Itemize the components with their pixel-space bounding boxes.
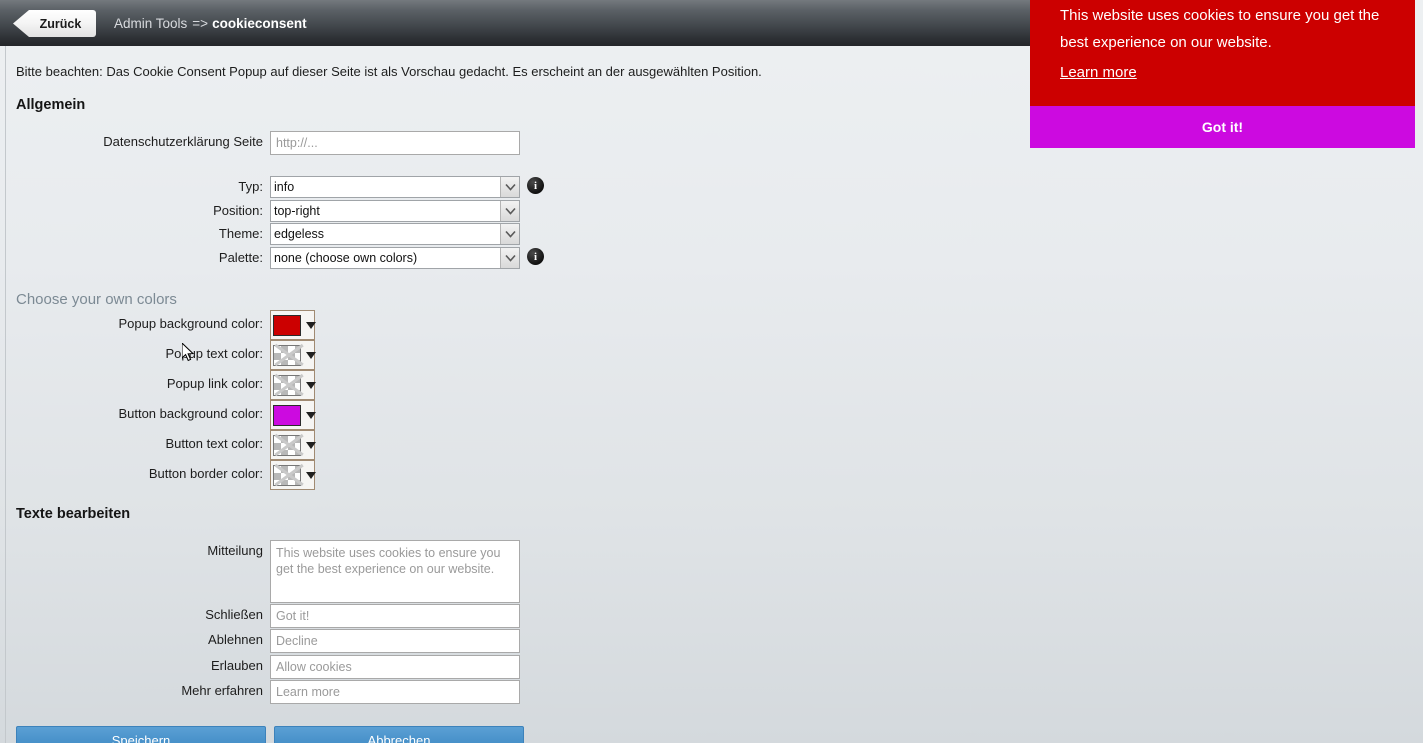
- color-row-button-text: Button text color:: [16, 430, 316, 460]
- chevron-down-icon: [306, 321, 316, 329]
- palette-label: Palette:: [218, 250, 263, 265]
- field-row-theme: Theme: edgeless: [16, 223, 520, 245]
- save-button[interactable]: Speichern: [16, 726, 266, 743]
- type-info-icon[interactable]: i: [527, 177, 544, 194]
- breadcrumb-current: cookieconsent: [212, 15, 307, 31]
- button-background-color-picker[interactable]: [270, 400, 316, 430]
- color-label: Button border color:: [148, 466, 263, 481]
- cookie-popup-learn-more-link[interactable]: Learn more: [1060, 59, 1137, 86]
- chevron-down-icon: [306, 411, 316, 419]
- color-swatch-none: [273, 464, 301, 486]
- cookie-popup-dismiss-button[interactable]: Got it!: [1030, 106, 1415, 148]
- chevron-down-icon: [306, 381, 316, 389]
- field-row-palette: Palette: none (choose own colors) i: [16, 247, 544, 269]
- field-row-link: Mehr erfahren: [16, 680, 520, 704]
- link-label: Mehr erfahren: [181, 683, 263, 698]
- color-swatch: [273, 404, 301, 426]
- color-row-popup-background: Popup background color:: [16, 310, 316, 340]
- field-row-deny: Ablehnen: [16, 629, 520, 653]
- section-heading-texts: Texte bearbeiten: [16, 506, 131, 522]
- back-button-label: Zurück: [39, 16, 82, 31]
- color-swatch-none: [273, 434, 301, 456]
- section-heading-colors: Choose your own colors: [16, 291, 177, 308]
- color-swatch: [273, 314, 301, 336]
- color-label: Popup text color:: [165, 346, 263, 361]
- message-label: Mitteilung: [207, 543, 263, 558]
- color-swatch-none: [273, 344, 301, 366]
- color-row-button-border: Button border color:: [16, 460, 316, 490]
- color-label: Button background color:: [118, 406, 263, 421]
- color-label: Popup background color:: [118, 316, 263, 331]
- color-label: Button text color:: [165, 436, 263, 451]
- cookie-popup-message-area: This website uses cookies to ensure you …: [1030, 0, 1415, 106]
- field-row-type: Typ: info i: [16, 176, 544, 198]
- color-row-popup-link: Popup link color:: [16, 370, 316, 400]
- color-label: Popup link color:: [166, 376, 263, 391]
- popup-background-color-picker[interactable]: [270, 310, 316, 340]
- privacy-page-label: Datenschutzerklärung Seite: [103, 134, 263, 149]
- field-row-position: Position: top-right: [16, 200, 520, 222]
- position-select-wrapper[interactable]: top-right: [270, 200, 520, 222]
- color-row-popup-text: Popup text color:: [16, 340, 316, 370]
- cancel-button[interactable]: Abbrechen: [274, 726, 524, 743]
- link-input[interactable]: [270, 680, 520, 704]
- button-border-color-picker[interactable]: [270, 460, 316, 490]
- button-text-color-picker[interactable]: [270, 430, 316, 460]
- dismiss-input[interactable]: [270, 604, 520, 628]
- field-row-message: Mitteilung: [16, 540, 520, 603]
- popup-text-color-picker[interactable]: [270, 340, 316, 370]
- info-glyph: i: [533, 179, 538, 192]
- cookie-popup-message: This website uses cookies to ensure you …: [1060, 7, 1380, 51]
- deny-label: Ablehnen: [208, 632, 263, 647]
- info-glyph: i: [533, 250, 538, 263]
- chevron-down-icon: [306, 351, 316, 359]
- deny-input[interactable]: [270, 629, 520, 653]
- privacy-page-input[interactable]: [270, 131, 520, 155]
- field-row-dismiss: Schließen: [16, 604, 520, 628]
- message-textarea[interactable]: [270, 540, 520, 603]
- back-button[interactable]: Zurück: [13, 10, 96, 37]
- dismiss-label: Schließen: [205, 607, 263, 622]
- position-select[interactable]: top-right: [270, 200, 520, 222]
- field-row-privacy-page: Datenschutzerklärung Seite: [16, 131, 520, 155]
- position-label: Position:: [213, 203, 263, 218]
- palette-select-wrapper[interactable]: none (choose own colors): [270, 247, 520, 269]
- palette-select[interactable]: none (choose own colors): [270, 247, 520, 269]
- color-swatch-none: [273, 374, 301, 396]
- allow-label: Erlauben: [210, 658, 263, 673]
- theme-select[interactable]: edgeless: [270, 223, 520, 245]
- popup-link-color-picker[interactable]: [270, 370, 316, 400]
- breadcrumb-separator: =>: [192, 15, 209, 31]
- palette-info-icon[interactable]: i: [527, 248, 544, 265]
- allow-input[interactable]: [270, 655, 520, 679]
- save-button-label: Speichern: [111, 732, 171, 743]
- type-select-wrapper[interactable]: info: [270, 176, 520, 198]
- field-row-allow: Erlauben: [16, 655, 520, 679]
- breadcrumb: Admin Tools => cookieconsent: [114, 0, 307, 46]
- theme-label: Theme:: [218, 226, 263, 241]
- preview-notice-text: Bitte beachten: Das Cookie Consent Popup…: [16, 64, 762, 79]
- main-content: Bitte beachten: Das Cookie Consent Popup…: [0, 46, 1423, 743]
- theme-select-wrapper[interactable]: edgeless: [270, 223, 520, 245]
- cancel-button-label: Abbrechen: [367, 732, 431, 743]
- type-label: Typ:: [238, 179, 263, 194]
- type-select[interactable]: info: [270, 176, 520, 198]
- chevron-down-icon: [306, 471, 316, 479]
- chevron-down-icon: [306, 441, 316, 449]
- cookie-consent-preview-popup: This website uses cookies to ensure you …: [1030, 0, 1415, 148]
- section-heading-general: Allgemein: [16, 97, 86, 113]
- breadcrumb-root[interactable]: Admin Tools: [114, 16, 187, 31]
- color-row-button-background: Button background color:: [16, 400, 316, 430]
